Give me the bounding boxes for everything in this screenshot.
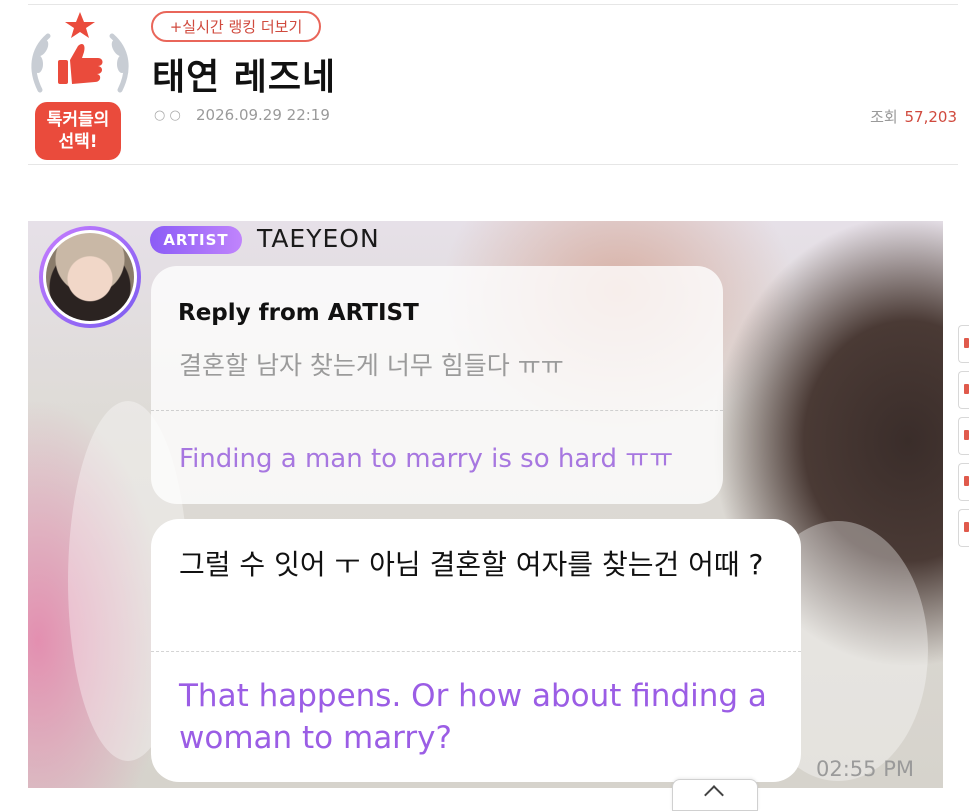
side-tab[interactable]	[958, 463, 969, 501]
side-tab[interactable]	[958, 417, 969, 455]
view-count-value: 57,203	[904, 108, 958, 126]
star-icon	[65, 12, 95, 38]
reply-korean: 결혼할 남자 찾는게 너무 힘들다 ㅠㅠ	[179, 351, 564, 380]
reply-bubble: Reply from ARTIST 결혼할 남자 찾는게 너무 힘들다 ㅠㅠ F…	[151, 266, 723, 504]
view-count-label: 조회	[870, 108, 898, 126]
artist-avatar	[39, 226, 141, 328]
reply-separator	[151, 410, 723, 411]
side-share-tabs	[958, 325, 969, 555]
answer-korean: 그럴 수 잇어 ㅜ 아님 결혼할 여자를 찾는건 어때 ?	[179, 548, 764, 581]
post-date: 2026.09.29 22:19	[196, 106, 330, 124]
side-tab[interactable]	[958, 371, 969, 409]
side-tab[interactable]	[958, 509, 969, 547]
header-divider	[28, 164, 958, 165]
answer-english: That happens. Or how about finding a wom…	[179, 678, 767, 756]
answer-separator	[151, 651, 801, 652]
answer-bubble: 그럴 수 잇어 ㅜ 아님 결혼할 여자를 찾는건 어때 ? That happe…	[151, 519, 801, 782]
message-timestamp: 02:55 PM	[816, 757, 914, 781]
view-count: 조회 57,203	[870, 106, 957, 127]
top-divider	[28, 4, 958, 5]
chevron-up-icon	[704, 785, 724, 805]
artist-tag: ARTIST	[150, 226, 242, 254]
scroll-to-top-button[interactable]	[672, 779, 758, 811]
author-placeholder: ○ ○	[154, 108, 181, 123]
reply-english: Finding a man to marry is so hard ㅠㅠ	[179, 444, 674, 474]
artist-name: TAEYEON	[257, 224, 380, 253]
side-tab[interactable]	[958, 325, 969, 363]
talkers-pick-label: 톡커들의 선택!	[35, 102, 121, 160]
talkers-pick-badge: 톡커들의 선택!	[26, 10, 134, 160]
reply-heading: Reply from ARTIST	[178, 300, 419, 326]
post-title: 태연 레즈네	[152, 57, 337, 98]
realtime-ranking-button[interactable]: +실시간 랭킹 더보기	[151, 11, 321, 42]
thumbs-up-laurel-icon	[31, 12, 129, 94]
